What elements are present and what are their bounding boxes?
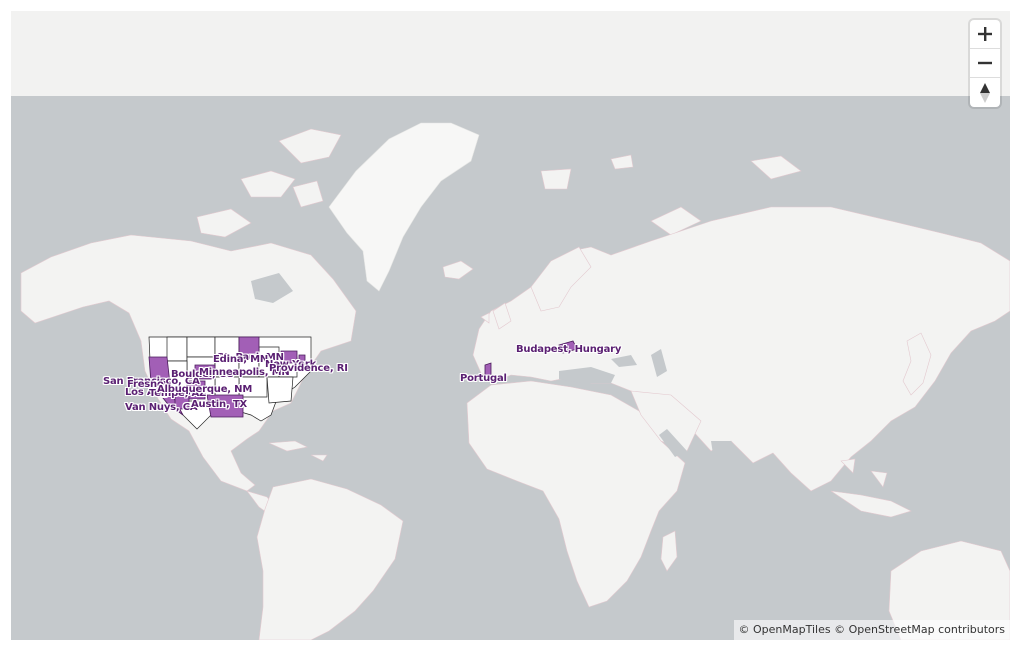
zoom-out-button[interactable] — [970, 49, 1000, 78]
map-canvas[interactable]: San Francisco, CA Fresno Los Angeles Van… — [11, 11, 1010, 640]
label-providence: Providence, RI — [269, 363, 348, 374]
label-edina: Edina, MN — [213, 354, 269, 365]
compass-icon — [980, 82, 990, 103]
iceland — [442, 260, 474, 280]
label-budapest: Budapest, Hungary — [516, 344, 622, 355]
map-attribution: © OpenMapTiles © OpenStreetMap contribut… — [733, 620, 1010, 640]
arctic-islands — [196, 128, 802, 238]
map-navigation-controls — [970, 20, 1000, 107]
caribbean-islands — [268, 440, 328, 462]
compass-button[interactable] — [970, 78, 1000, 107]
world-basemap — [20, 122, 1010, 640]
label-van-nuys: Van Nuys, CA — [125, 402, 198, 413]
plus-icon — [978, 27, 992, 41]
label-austin: Austin, TX — [191, 399, 247, 410]
label-albuquerque: Albuquerque, NM — [157, 384, 253, 395]
southeast-asia-islands — [830, 458, 912, 518]
minus-icon — [978, 61, 992, 65]
zoom-in-button[interactable] — [970, 20, 1000, 49]
label-portugal: Portugal — [460, 373, 507, 384]
madagascar — [660, 530, 678, 572]
south-america — [256, 478, 404, 640]
